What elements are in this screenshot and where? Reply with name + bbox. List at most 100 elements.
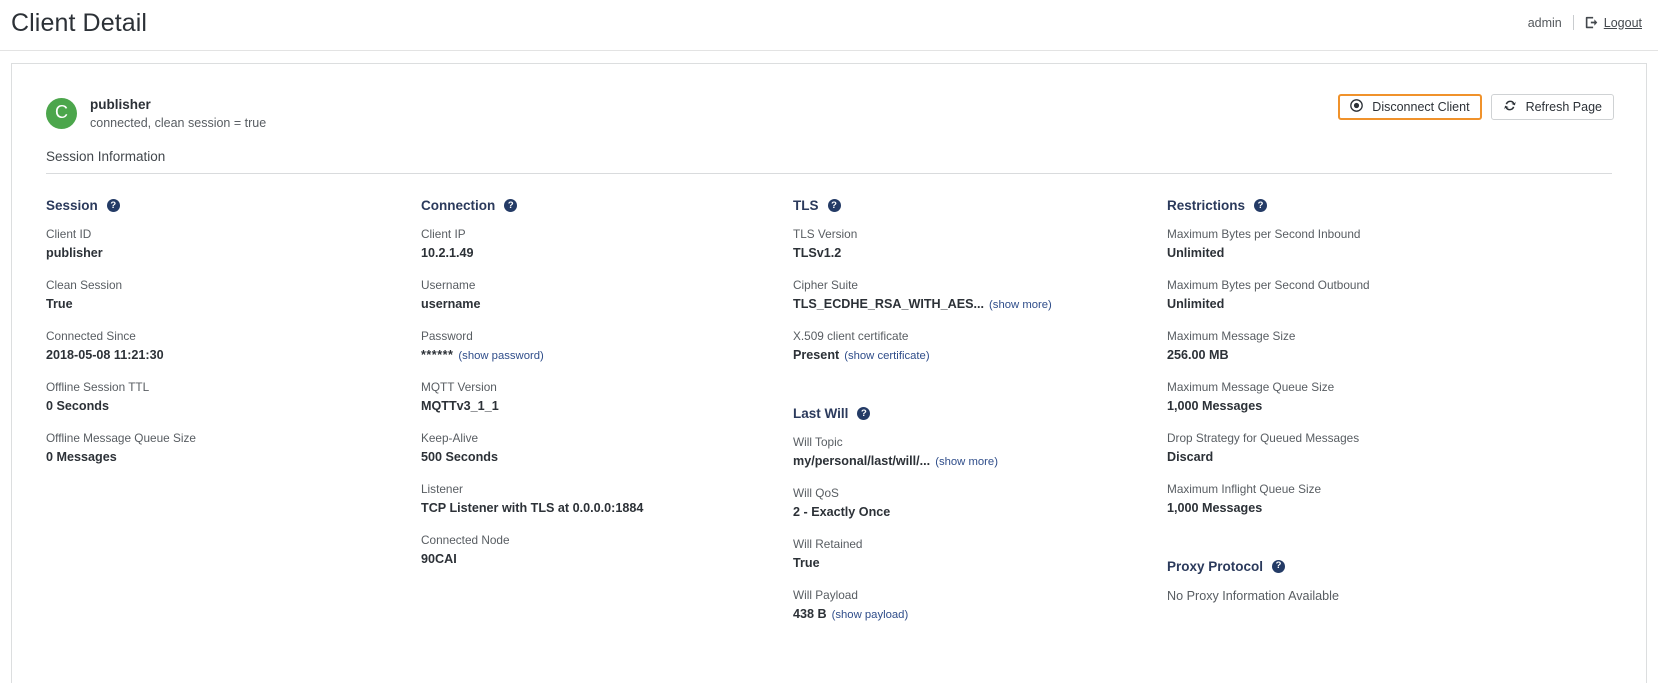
show-more-link[interactable]: (show more) <box>989 299 1052 311</box>
field-label: Connected Node <box>421 532 510 547</box>
detail-columns: Session ? Client ID publisher Clean Sess… <box>12 174 1646 639</box>
field-value: 2 - Exactly Once <box>793 505 891 520</box>
field-label: Maximum Message Queue Size <box>1167 379 1335 394</box>
field-label: Keep-Alive <box>421 430 479 445</box>
show-more-link[interactable]: (show more) <box>935 456 998 468</box>
group-heading-connection: Connection ? <box>421 198 793 213</box>
password-mask: ****** <box>421 347 454 362</box>
help-icon[interactable]: ? <box>827 199 841 212</box>
field-username: Username username <box>421 278 793 313</box>
show-payload-link[interactable]: (show payload) <box>832 609 909 621</box>
field-max-bytes-inbound: Maximum Bytes per Second Inbound Unlimit… <box>1167 227 1587 262</box>
client-name: publisher <box>90 97 151 112</box>
show-password-link[interactable]: (show password) <box>458 350 543 362</box>
group-title-restrictions: Restrictions <box>1167 198 1246 213</box>
field-max-message-size: Maximum Message Size 256.00 MB <box>1167 329 1587 364</box>
group-heading-last-will: Last Will ? <box>793 406 1167 421</box>
field-will-topic: Will Topic my/personal/last/will/... (sho… <box>793 435 1167 470</box>
help-icon[interactable]: ? <box>106 199 120 212</box>
field-label: Maximum Message Size <box>1167 328 1296 343</box>
field-value: 500 Seconds <box>421 449 499 464</box>
will-topic-value: my/personal/last/will/... <box>793 454 931 469</box>
field-offline-session-ttl: Offline Session TTL 0 Seconds <box>46 380 421 415</box>
refresh-page-button[interactable]: Refresh Page <box>1490 94 1614 120</box>
proxy-empty-text: No Proxy Information Available <box>1167 588 1339 603</box>
column-session: Session ? Client ID publisher Clean Sess… <box>46 198 421 639</box>
column-connection: Connection ? Client IP 10.2.1.49 Usernam… <box>421 198 793 639</box>
group-title-last-will: Last Will <box>793 406 849 422</box>
field-label: Will QoS <box>793 486 839 501</box>
field-keep-alive: Keep-Alive 500 Seconds <box>421 431 793 466</box>
field-label: Connected Since <box>46 328 136 343</box>
avatar: C <box>46 97 77 129</box>
help-icon[interactable]: ? <box>504 199 518 212</box>
group-title-connection: Connection <box>421 198 496 213</box>
field-label: Drop Strategy for Queued Messages <box>1167 430 1360 445</box>
field-label: Will Topic <box>793 435 843 450</box>
group-title-proxy-protocol: Proxy Protocol <box>1167 558 1264 574</box>
group-heading-session: Session ? <box>46 198 421 213</box>
field-mqtt-version: MQTT Version MQTTv3_1_1 <box>421 380 793 415</box>
disconnect-client-button[interactable]: Disconnect Client <box>1338 94 1482 120</box>
help-icon[interactable]: ? <box>857 407 871 421</box>
field-x509-certificate: X.509 client certificate Present (show ce… <box>793 329 1167 364</box>
page-title: Client Detail <box>11 9 148 37</box>
field-value: MQTTv3_1_1 <box>421 398 499 413</box>
field-will-retained: Will Retained True <box>793 537 1167 572</box>
field-value: 0 Messages <box>46 449 117 464</box>
show-certificate-link[interactable]: (show certificate) <box>844 350 929 362</box>
field-value: 2018-05-08 11:21:30 <box>46 347 164 362</box>
power-circle-icon <box>1350 99 1364 115</box>
field-max-inflight-queue-size: Maximum Inflight Queue Size 1,000 Messag… <box>1167 482 1587 517</box>
field-label: X.509 client certificate <box>793 329 909 344</box>
field-value: True <box>46 296 73 311</box>
field-value: 1,000 Messages <box>1167 398 1263 413</box>
field-drop-strategy: Drop Strategy for Queued Messages Discar… <box>1167 431 1587 466</box>
field-label: Offline Message Queue Size <box>46 430 196 445</box>
field-label: Client IP <box>421 227 466 241</box>
field-max-bytes-outbound: Maximum Bytes per Second Outbound Unlimi… <box>1167 278 1587 313</box>
field-label: Client ID <box>46 227 92 241</box>
field-value: TLS_ECDHE_RSA_WITH_AES... (show more) <box>793 296 1167 313</box>
client-status: connected, clean session = true <box>90 115 267 130</box>
field-password: Password ****** (show password) <box>421 329 793 364</box>
field-value: 438 B (show payload) <box>793 606 1167 623</box>
help-icon[interactable]: ? <box>1272 559 1286 573</box>
help-icon[interactable]: ? <box>1254 199 1268 212</box>
header-actions: Disconnect Client Refresh Page <box>1338 94 1614 120</box>
refresh-page-label: Refresh Page <box>1525 100 1602 114</box>
field-value: TLSv1.2 <box>793 245 842 260</box>
field-label: Offline Session TTL <box>46 379 150 394</box>
field-value: 256.00 MB <box>1167 347 1229 362</box>
group-heading-tls: TLS ? <box>793 198 1167 213</box>
client-header: C publisher connected, clean session = t… <box>12 64 1646 142</box>
field-value: Present (show certificate) <box>793 347 1167 364</box>
group-heading-proxy-protocol: Proxy Protocol ? <box>1167 559 1587 574</box>
refresh-icon <box>1503 99 1517 115</box>
field-clean-session: Clean Session True <box>46 278 421 313</box>
top-bar: Client Detail admin Logout <box>0 0 1658 51</box>
logout-label: Logout <box>1603 15 1642 30</box>
field-connected-since: Connected Since 2018-05-08 11:21:30 <box>46 329 421 364</box>
logout-link[interactable]: Logout <box>1585 16 1642 30</box>
field-label: Cipher Suite <box>793 277 858 292</box>
certificate-value: Present <box>793 348 840 363</box>
field-max-message-queue-size: Maximum Message Queue Size 1,000 Message… <box>1167 380 1587 415</box>
field-label: Will Retained <box>793 537 863 552</box>
field-label: TLS Version <box>793 227 858 241</box>
field-label: Clean Session <box>46 277 123 292</box>
field-label: MQTT Version <box>421 380 497 395</box>
field-value: 90CAI <box>421 551 457 566</box>
session-information-header: Session Information <box>46 148 1612 174</box>
username-label: admin <box>1527 15 1562 30</box>
will-payload-value: 438 B <box>793 607 827 622</box>
field-value: publisher <box>46 245 103 260</box>
field-value: username <box>421 296 481 311</box>
field-value: TCP Listener with TLS at 0.0.0.0:1884 <box>421 500 644 515</box>
group-title-tls: TLS <box>793 198 819 213</box>
client-detail-card: C publisher connected, clean session = t… <box>11 63 1647 683</box>
field-label: Maximum Bytes per Second Outbound <box>1167 277 1370 292</box>
field-listener: Listener TCP Listener with TLS at 0.0.0.… <box>421 482 793 517</box>
field-label: Maximum Bytes per Second Inbound <box>1167 227 1361 241</box>
field-value: 10.2.1.49 <box>421 245 474 260</box>
